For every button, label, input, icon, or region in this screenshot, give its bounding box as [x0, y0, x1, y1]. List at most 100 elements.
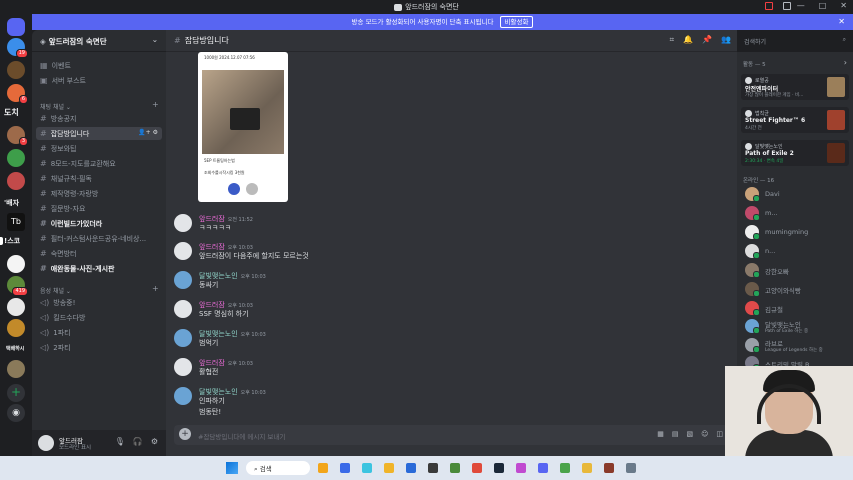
- member-item[interactable]: n...: [745, 243, 849, 259]
- sticker-icon[interactable]: ▧: [686, 430, 693, 438]
- category-voice-channels[interactable]: 음성 채널 ⌄ +: [40, 284, 159, 295]
- message-author[interactable]: 앞드러잠: [199, 301, 225, 309]
- taskbar-app-icon[interactable]: [538, 463, 548, 473]
- channel-item[interactable]: # 질문방-자요: [36, 202, 162, 215]
- message-author[interactable]: 앞드러잠: [199, 215, 225, 223]
- message-author[interactable]: 앞드러잠: [199, 359, 225, 367]
- taskbar-app-icon[interactable]: [362, 463, 372, 473]
- headphones-icon[interactable]: 🎧: [133, 437, 143, 446]
- server-icon[interactable]: [7, 149, 25, 167]
- minimize-button[interactable]: —: [797, 1, 805, 10]
- help-icon[interactable]: [783, 2, 791, 10]
- server-icon[interactable]: Tb: [7, 213, 25, 231]
- server-icon[interactable]: 6: [7, 84, 28, 104]
- create-channel-icon[interactable]: +: [152, 284, 159, 293]
- server-icon[interactable]: [7, 360, 25, 378]
- taskbar-app-icon[interactable]: [494, 463, 504, 473]
- create-channel-icon[interactable]: +: [152, 100, 159, 109]
- close-banner-icon[interactable]: ✕: [838, 14, 845, 30]
- microphone-icon[interactable]: 🎙: [115, 437, 125, 446]
- channel-item[interactable]: # 애완동물-사진-게시판: [36, 262, 162, 275]
- avatar[interactable]: [174, 271, 192, 289]
- channel-item[interactable]: # 숙면방터: [36, 247, 162, 260]
- avatar[interactable]: [38, 435, 54, 451]
- taskbar-app-icon[interactable]: [340, 463, 350, 473]
- taskbar-app-icon[interactable]: [472, 463, 482, 473]
- windows-start-icon[interactable]: [226, 462, 238, 474]
- taskbar-app-icon[interactable]: [560, 463, 570, 473]
- emoji-icon[interactable]: ☺: [701, 430, 708, 438]
- voice-channel-item[interactable]: ◁) 킬드수다방: [36, 311, 162, 324]
- server-icon[interactable]: [7, 172, 25, 190]
- channel-item[interactable]: # 필터-커스텀사운드공유-네비상...: [36, 232, 162, 245]
- message-composer[interactable]: + #잡담방입니다에 메시지 보내기 ▦ ▤ ▧ ☺ ◫: [174, 425, 729, 445]
- chevron-right-icon[interactable]: ›: [844, 58, 847, 67]
- category-text-channels[interactable]: 채팅 채널 ⌄ +: [40, 100, 159, 111]
- avatar[interactable]: [174, 358, 192, 376]
- voice-channel-item[interactable]: ◁) 방송중!: [36, 296, 162, 309]
- server-header[interactable]: ◈ 앞드러잠의 숙면단 ⌄: [32, 30, 166, 52]
- channel-item[interactable]: # 제작명령-자랑방: [36, 187, 162, 200]
- server-icon[interactable]: 택배하시: [6, 345, 24, 352]
- server-icon[interactable]: 도치: [4, 107, 19, 118]
- message-input[interactable]: #잡담방입니다에 메시지 보내기: [198, 431, 285, 441]
- channel-item[interactable]: # 방송공지: [36, 112, 162, 125]
- message-author[interactable]: 앞드러잠: [199, 243, 225, 251]
- channel-item[interactable]: # 이런빌드가있더라: [36, 217, 162, 230]
- server-icon[interactable]: !스코: [4, 236, 20, 246]
- server-icon[interactable]: [7, 255, 25, 273]
- threads-icon[interactable]: ⌗: [670, 35, 675, 45]
- member-item[interactable]: 강한오빠: [745, 262, 849, 278]
- member-item[interactable]: 달빛맺는노인 Path of Exile 하는 중: [745, 318, 849, 334]
- discover-button[interactable]: ◉: [7, 404, 25, 422]
- server-icon[interactable]: [7, 319, 25, 337]
- taskbar-app-icon[interactable]: [428, 463, 438, 473]
- apps-icon[interactable]: ◫: [716, 430, 723, 438]
- server-icon[interactable]: [7, 298, 25, 316]
- events-item[interactable]: ▦ 이벤트: [36, 59, 162, 72]
- upload-plus-button[interactable]: +: [179, 428, 191, 440]
- search-input[interactable]: 검색하기 ⌕: [739, 35, 851, 48]
- home-button[interactable]: [7, 18, 25, 36]
- member-item[interactable]: 라브로 League of Legends 하는 중: [745, 337, 849, 353]
- avatar[interactable]: [174, 214, 192, 232]
- taskbar-app-icon[interactable]: [604, 463, 614, 473]
- server-boost-item[interactable]: ▣ 서버 부스트: [36, 74, 162, 87]
- server-icon[interactable]: [7, 61, 25, 79]
- channel-item[interactable]: #8모드-지도를교환해요: [36, 157, 162, 170]
- activity-card[interactable]: 달빛맺는노인 Path of Exile 2 2:30:34 · 변속 4일: [741, 140, 849, 166]
- disable-streamer-mode-button[interactable]: 비활성화: [499, 16, 534, 28]
- taskbar-app-icon[interactable]: [516, 463, 526, 473]
- taskbar-app-icon[interactable]: [318, 463, 328, 473]
- channel-settings-icons[interactable]: 👤+ ⚙: [138, 129, 158, 136]
- taskbar-app-icon[interactable]: [582, 463, 592, 473]
- notification-bell-icon[interactable]: 🔔: [683, 35, 693, 45]
- avatar[interactable]: [174, 329, 192, 347]
- voice-channel-item[interactable]: ◁) 2파티: [36, 341, 162, 354]
- maximize-button[interactable]: □: [819, 1, 827, 10]
- taskbar-app-icon[interactable]: [450, 463, 460, 473]
- server-icon[interactable]: 3: [7, 126, 28, 146]
- gif-icon[interactable]: ▤: [672, 430, 679, 438]
- member-item[interactable]: 김규철: [745, 300, 849, 316]
- avatar[interactable]: [174, 300, 192, 318]
- activity-card[interactable]: 로열공 안전엔파이터 가장 많이 플레이한 게임 · 비...: [741, 74, 849, 100]
- gear-icon[interactable]: ⚙: [151, 437, 158, 446]
- message-author[interactable]: 달빛맺는노인: [199, 388, 238, 396]
- taskbar-search[interactable]: ⌕ 검색: [246, 461, 310, 475]
- voice-channel-item[interactable]: ◁) 1파티: [36, 326, 162, 339]
- taskbar-app-icon[interactable]: [406, 463, 416, 473]
- channel-item[interactable]: # 정보와팁: [36, 142, 162, 155]
- server-icon[interactable]: 419: [7, 276, 28, 296]
- member-item[interactable]: Davi: [745, 186, 849, 202]
- close-window-button[interactable]: ✕: [840, 1, 847, 10]
- member-item[interactable]: 고양이와식빵: [745, 281, 849, 297]
- member-list-icon[interactable]: 👥: [721, 35, 731, 45]
- server-icon[interactable]: 19: [7, 38, 28, 58]
- member-item[interactable]: m...: [745, 205, 849, 221]
- attachment-photo[interactable]: [202, 70, 284, 154]
- avatar[interactable]: [174, 387, 192, 405]
- message-author[interactable]: 달빛맺는노인: [199, 330, 238, 338]
- server-icon[interactable]: '배자: [4, 198, 19, 208]
- member-item[interactable]: mumingming: [745, 224, 849, 240]
